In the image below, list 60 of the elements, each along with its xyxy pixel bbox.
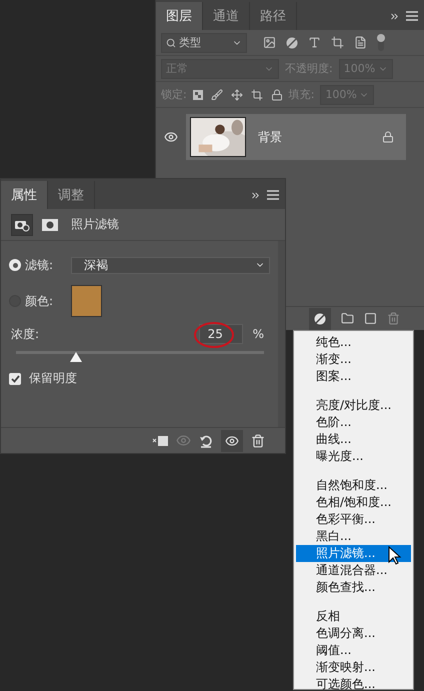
- menu-item[interactable]: 阈值...: [296, 642, 411, 659]
- brush-icon[interactable]: [210, 88, 223, 100]
- adjustment-title: 照片滤镜: [71, 216, 119, 233]
- collapse-icon[interactable]: [389, 10, 400, 22]
- menu-item[interactable]: 自然饱和度...: [296, 477, 411, 494]
- eye-icon[interactable]: [164, 130, 178, 144]
- filter-dropdown[interactable]: 类型: [161, 32, 247, 52]
- density-label: 浓度:: [11, 326, 40, 342]
- menu-item[interactable]: 曲线...: [296, 431, 411, 448]
- adjustment-icon: [314, 312, 326, 324]
- menu-item[interactable]: 色阶...: [296, 414, 411, 431]
- color-swatch[interactable]: [71, 285, 102, 317]
- layer-row[interactable]: 背景: [186, 114, 406, 160]
- menu-item[interactable]: 渐变...: [296, 351, 411, 368]
- adjustment-layer-button[interactable]: [309, 308, 331, 330]
- layer-name: 背景: [258, 128, 283, 146]
- menu-item[interactable]: 曝光度...: [296, 448, 411, 465]
- menu-icon[interactable]: [406, 11, 418, 21]
- panel-tab[interactable]: 属性: [1, 181, 48, 209]
- menu-item[interactable]: 照片滤镜...: [296, 545, 411, 562]
- checker-icon[interactable]: [192, 90, 203, 100]
- toggle-icon[interactable]: [377, 34, 385, 52]
- search-icon: [166, 38, 176, 48]
- checkbox[interactable]: [9, 372, 21, 384]
- menu-item[interactable]: 色相/饱和度...: [296, 494, 411, 511]
- menu-item[interactable]: 黑白...: [296, 528, 411, 545]
- eye-icon: [225, 434, 239, 448]
- menu-item[interactable]: 纯色...: [296, 334, 411, 351]
- slider-thumb[interactable]: [70, 352, 82, 362]
- cursor-icon: [388, 546, 402, 566]
- menu-item[interactable]: 图案...: [296, 368, 411, 385]
- trash-icon[interactable]: [251, 434, 265, 448]
- clip-icon[interactable]: [152, 434, 168, 446]
- camera-filter-icon[interactable]: [11, 214, 33, 236]
- menu-icon[interactable]: [267, 190, 279, 200]
- checkbox-label: 保留明度: [29, 370, 77, 387]
- option-label: 颜色:: [25, 292, 54, 310]
- move-icon[interactable]: [230, 88, 243, 100]
- adjustment-icon[interactable]: [286, 36, 298, 48]
- menu-item[interactable]: 色调分离...: [296, 625, 411, 642]
- panel-tab[interactable]: 图层: [156, 2, 203, 30]
- filter-dropdown[interactable]: 深褐: [71, 256, 270, 274]
- menu-item[interactable]: 颜色查找...: [296, 579, 411, 596]
- menu-item[interactable]: 可选颜色...: [296, 676, 411, 691]
- image-icon[interactable]: [263, 36, 276, 49]
- folder-icon[interactable]: [341, 312, 354, 325]
- reset-icon[interactable]: [199, 434, 213, 448]
- visibility-button[interactable]: [221, 430, 243, 452]
- unit-label: %: [252, 327, 264, 341]
- collapse-icon[interactable]: [250, 190, 261, 200]
- new-layer-icon[interactable]: [364, 312, 377, 325]
- menu-item[interactable]: 亮度/对比度...: [296, 397, 411, 414]
- scrollbar[interactable]: [278, 241, 285, 427]
- menu-item[interactable]: 渐变映射...: [296, 659, 411, 676]
- lock-icon[interactable]: [270, 88, 283, 100]
- menu-item[interactable]: 色彩平衡...: [296, 511, 411, 528]
- menu-item[interactable]: 反相: [296, 608, 411, 625]
- type-icon[interactable]: [308, 36, 321, 49]
- menu-item[interactable]: 通道混合器...: [296, 562, 411, 579]
- option-label: 滤镜:: [25, 256, 54, 274]
